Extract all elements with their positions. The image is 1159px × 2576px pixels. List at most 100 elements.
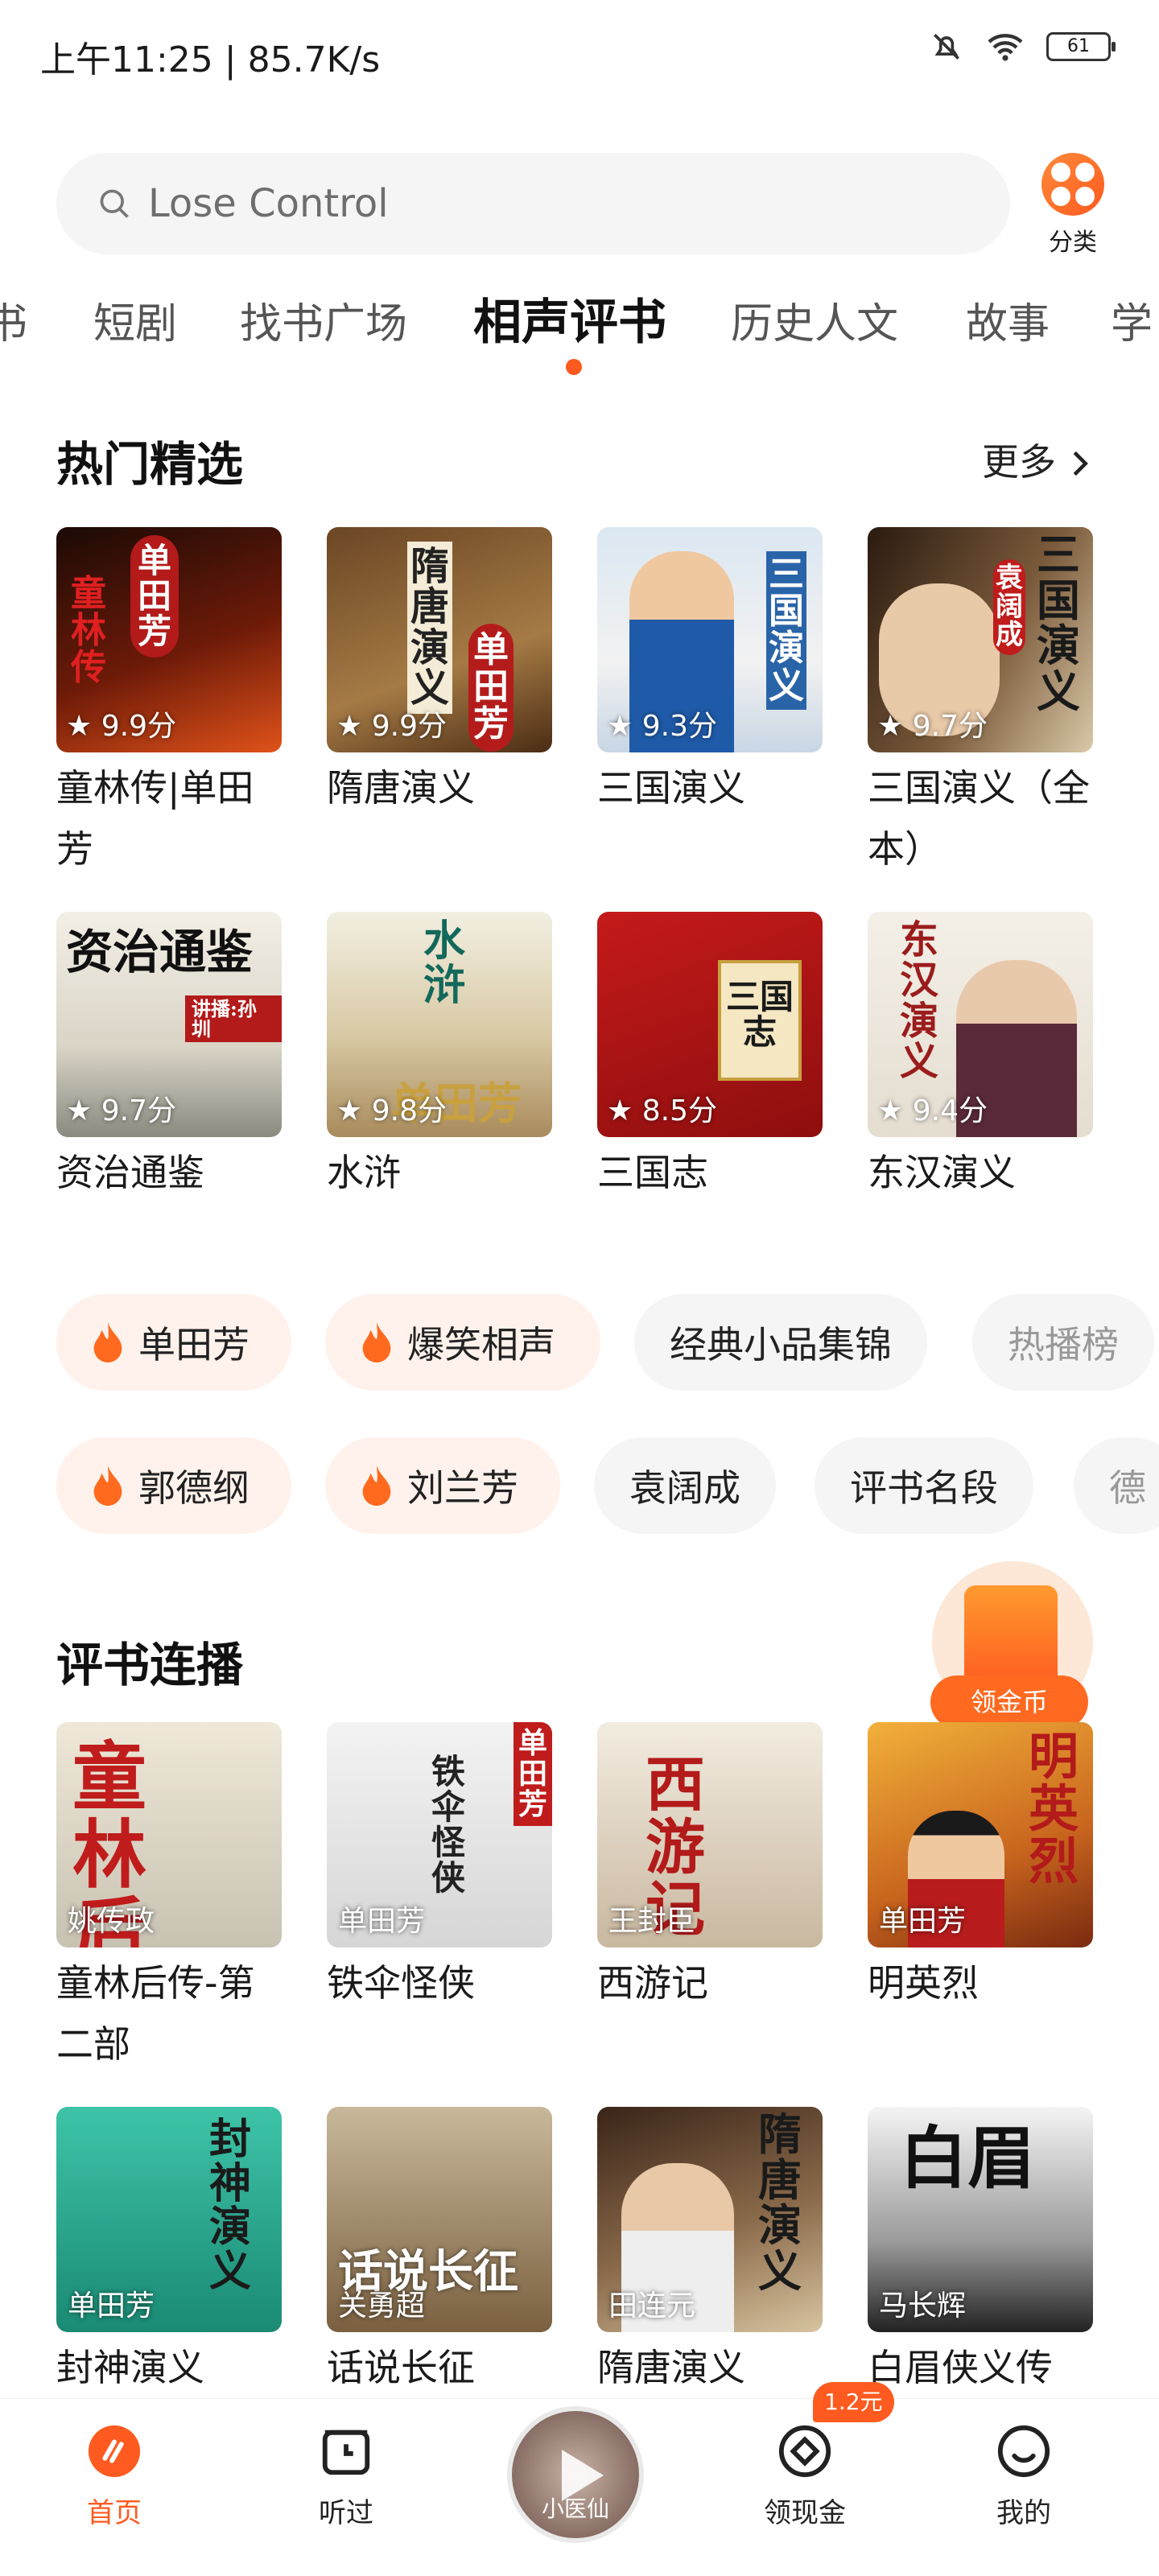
tab-study[interactable]: 学	[1111, 290, 1153, 350]
hot-card[interactable]: 三国演义 袁阔成 ★ 9.7分 三国演义（全本）	[868, 527, 1093, 880]
nav-me[interactable]: 我的	[959, 2423, 1088, 2530]
card-title: 东汉演义	[868, 1151, 1016, 1194]
cover-author-text: 单田芳	[514, 1722, 552, 1827]
category-label: 分类	[1049, 229, 1097, 257]
more-label: 更多	[982, 440, 1056, 484]
chip-guo-degang[interactable]: 郭德纲	[56, 1437, 291, 1534]
card-title: 隋唐演义	[597, 2346, 745, 2389]
flame-icon	[93, 1321, 122, 1363]
search-input[interactable]: Lose Control	[148, 181, 389, 226]
author-label: 田连元	[608, 2290, 696, 2323]
chevron-right-icon	[1073, 451, 1088, 476]
rating-score: ★ 9.3分	[607, 710, 717, 743]
rating-score: ★ 8.5分	[607, 1094, 717, 1127]
cover-image: 三国演义 袁阔成 ★ 9.7分	[868, 527, 1093, 752]
cover-image: 三国演义 ★ 9.3分	[597, 527, 823, 752]
card-title: 隋唐演义	[327, 766, 475, 810]
tab-short-drama[interactable]: 短剧	[93, 290, 177, 350]
card-title: 三国演义	[597, 766, 745, 810]
coin-reward-button[interactable]: 领金币	[926, 1561, 1095, 1738]
cover-author-text: 单田芳	[130, 535, 179, 658]
cover-image: 隋唐演义 田连元	[597, 2107, 823, 2332]
cover-image: 明英烈 单田芳	[868, 1722, 1093, 1947]
hot-card[interactable]: 东汉演义 ★ 9.4分 东汉演义	[868, 912, 1093, 1203]
hot-card[interactable]: 三国志 ★ 8.5分 三国志	[597, 912, 823, 1203]
hot-card[interactable]: 水浒 单田芳 ★ 9.8分 水浒	[327, 912, 552, 1203]
cover-title-text: 水浒	[423, 917, 466, 1010]
status-bar: 上午11:25 | 85.7K/s 61	[0, 0, 1159, 105]
wifi-icon	[988, 34, 1023, 61]
rating-score: ★ 9.4分	[877, 1094, 988, 1127]
active-tab-indicator	[566, 359, 582, 375]
search-bar[interactable]: Lose Control	[56, 153, 1010, 254]
cover-title-text: 三国演义	[1037, 529, 1080, 718]
serial-card[interactable]: 铁伞怪侠 单田芳 单田芳 铁伞怪侠	[327, 1722, 552, 2013]
serial-card[interactable]: 西游记 王封臣 西游记	[597, 1722, 823, 2013]
nav-history[interactable]: 听过	[282, 2423, 410, 2530]
card-title: 明英烈	[868, 1961, 979, 2005]
chip-famous-passages[interactable]: 评书名段	[815, 1437, 1033, 1534]
serial-card[interactable]: 明英烈 单田芳 明英烈	[868, 1722, 1093, 2013]
serial-card[interactable]: 白眉 马长辉 白眉侠义传	[868, 2107, 1093, 2398]
cover-title-text: 资治通鉴	[66, 925, 254, 979]
more-link[interactable]: 更多	[982, 433, 1092, 486]
cover-title-text: 童林传	[71, 573, 106, 689]
flame-icon	[362, 1321, 391, 1363]
nav-coins[interactable]: 领现金	[740, 2423, 869, 2530]
serial-card[interactable]: 童林后传 姚传政 童林后传-第二部	[56, 1722, 282, 2075]
cover-title-text: 三国演义	[766, 551, 806, 710]
hot-section-title: 热门精选	[56, 437, 244, 492]
tab-stories[interactable]: 故事	[966, 290, 1050, 350]
serial-card[interactable]: 封神演义 单田芳 封神演义	[56, 2107, 282, 2398]
rating-score: ★ 9.9分	[336, 710, 447, 743]
search-icon	[100, 189, 129, 218]
chip-yuan-kuocheng[interactable]: 袁阔成	[594, 1437, 776, 1534]
chip-liu-lanfang[interactable]: 刘兰芳	[325, 1437, 560, 1534]
card-title: 三国志	[597, 1151, 708, 1194]
tab-crosstalk[interactable]: 相声评书	[473, 283, 666, 353]
nav-home[interactable]: 首页	[50, 2423, 179, 2530]
cover-title-text: 明英烈	[1029, 1727, 1079, 1891]
serial-card[interactable]: 隋唐演义 田连元 隋唐演义	[597, 2107, 823, 2398]
card-title: 铁伞怪侠	[327, 1961, 475, 2005]
history-icon	[322, 2430, 370, 2475]
serial-card[interactable]: 话说长征 关勇超 话说长征	[327, 2107, 552, 2398]
battery-icon: 61	[1046, 32, 1116, 61]
card-title: 童林传|单田芳	[56, 766, 254, 871]
cash-icon	[778, 2425, 831, 2478]
cash-badge: 1.2元	[813, 2382, 894, 2422]
hot-card[interactable]: 三国演义 ★ 9.3分 三国演义	[597, 527, 823, 818]
card-title: 西游记	[597, 1961, 708, 2005]
chip-more[interactable]: 德	[1074, 1437, 1159, 1534]
hot-card[interactable]: 隋唐演义 单田芳 ★ 9.9分 隋唐演义	[327, 527, 552, 818]
chip-shan-tianfang[interactable]: 单田芳	[56, 1294, 291, 1391]
cover-author-text: 讲播:孙圳	[185, 995, 282, 1043]
cover-image: 水浒 单田芳 ★ 9.8分	[327, 912, 552, 1137]
tab-history[interactable]: 历史人文	[731, 290, 898, 350]
cover-image: 东汉演义 ★ 9.4分	[868, 912, 1093, 1137]
hot-card[interactable]: 资治通鉴 讲播:孙圳 ★ 9.7分 资治通鉴	[56, 912, 282, 1203]
chip-comedy[interactable]: 爆笑相声	[325, 1294, 600, 1391]
cover-title-text: 隋唐演义	[758, 2108, 802, 2298]
card-title: 封神演义	[56, 2346, 204, 2389]
category-button[interactable]: 分类	[1040, 153, 1106, 258]
cover-title-text: 铁伞怪侠	[431, 1752, 466, 1898]
tab-book[interactable]: 书	[0, 290, 27, 350]
author-label: 单田芳	[68, 2290, 155, 2323]
cover-image: 西游记 王封臣	[597, 1722, 823, 1947]
author-label: 马长辉	[879, 2290, 967, 2323]
mini-player-button[interactable]: 小医仙	[507, 2406, 644, 2543]
status-time: 上午11:25 | 85.7K/s	[40, 39, 381, 80]
tab-find-books[interactable]: 找书广场	[240, 290, 407, 350]
mute-bell-icon	[934, 34, 959, 60]
chip-classic-sketches[interactable]: 经典小品集锦	[634, 1294, 927, 1391]
flame-icon	[362, 1465, 391, 1506]
rating-score: ★ 9.7分	[66, 1094, 176, 1127]
player-label: 小医仙	[541, 2496, 609, 2522]
rating-score: ★ 9.9分	[66, 710, 176, 743]
serial-section-title: 评书连播	[56, 1638, 244, 1692]
cover-title-text: 隋唐演义	[407, 542, 452, 714]
hot-card[interactable]: 单田芳 童林传 ★ 9.9分 童林传|单田芳	[56, 527, 282, 880]
card-title: 话说长征	[327, 2346, 475, 2389]
chip-hot-ranking[interactable]: 热播榜	[972, 1294, 1154, 1391]
